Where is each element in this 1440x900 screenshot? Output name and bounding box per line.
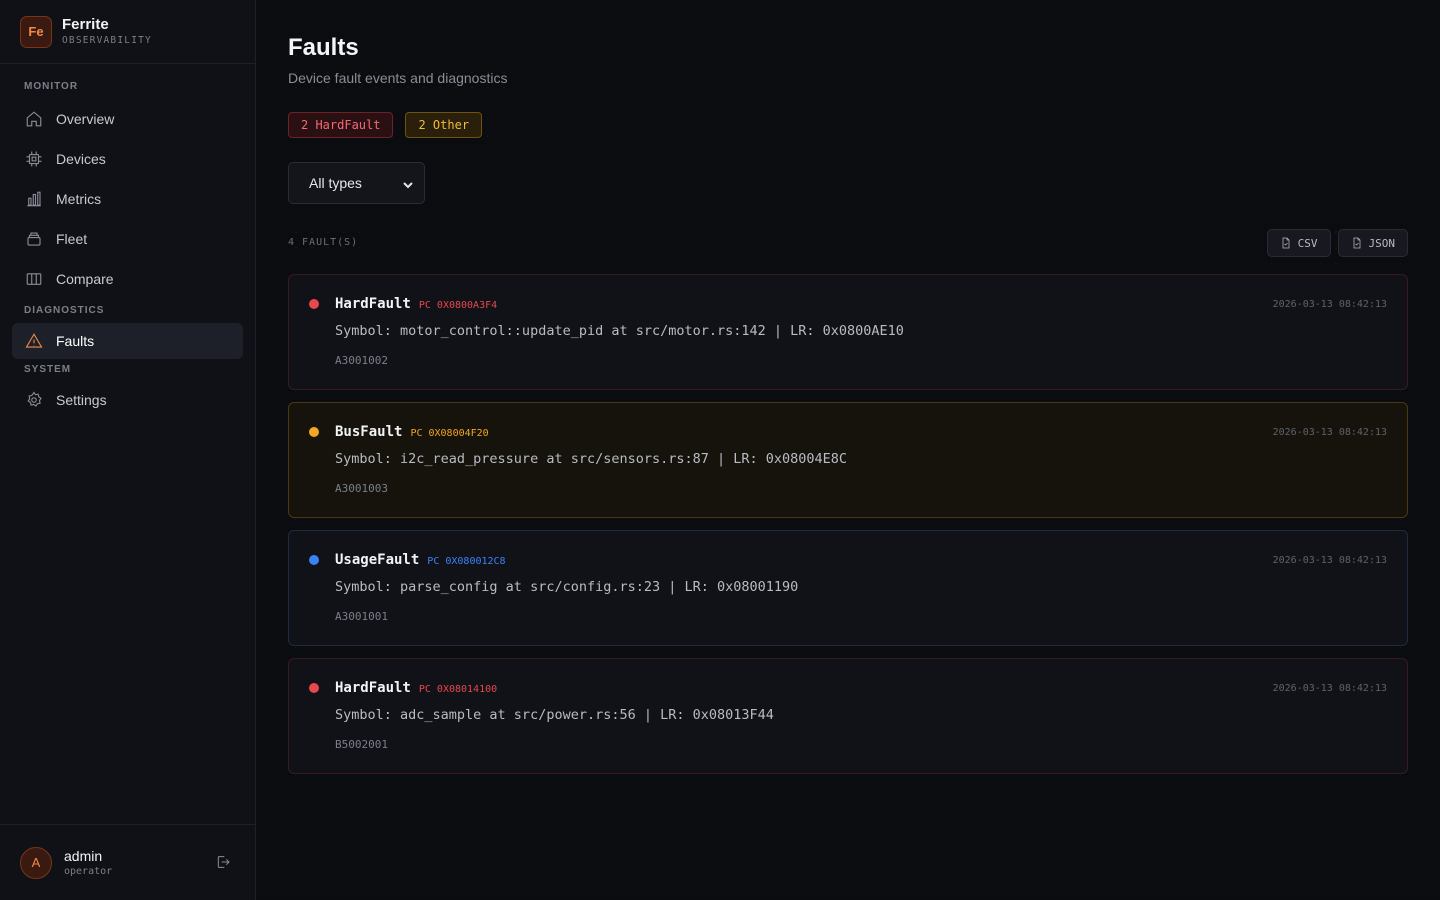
- sidebar-item-label: Metrics: [56, 191, 102, 207]
- export-json-label: JSON: [1368, 236, 1396, 250]
- fault-pc: PC 0X0800A3F4: [418, 300, 498, 311]
- fault-card[interactable]: HardFault PC 0X0800A3F4 2026-03-13 08:42…: [288, 274, 1408, 390]
- fault-pc: PC 0X08014100: [418, 684, 498, 695]
- logout-icon[interactable]: [215, 854, 233, 872]
- sidebar-item-label: Fleet: [56, 231, 88, 247]
- fault-card[interactable]: HardFault PC 0X08014100 2026-03-13 08:42…: [288, 658, 1408, 774]
- sidebar-item-faults[interactable]: Faults: [12, 323, 243, 359]
- brand-name: Ferrite: [62, 15, 109, 33]
- sidebar-item-settings[interactable]: Settings: [12, 382, 243, 418]
- sidebar-item-metrics[interactable]: Metrics: [12, 181, 243, 217]
- fault-summary: 2 HardFault 2 Other: [288, 112, 483, 138]
- columns-icon: [24, 269, 44, 289]
- sidebar-item-label: Overview: [56, 111, 115, 127]
- home-icon: [24, 109, 44, 129]
- fault-device-id: A3001001: [335, 610, 388, 623]
- sidebar-item-label: Settings: [56, 392, 107, 408]
- warning-icon: [24, 331, 44, 351]
- page-title: Faults: [288, 34, 359, 61]
- fault-symbol: Symbol: motor_control::update_pid at src…: [335, 323, 904, 339]
- fault-type: HardFault: [335, 296, 411, 312]
- fault-card[interactable]: BusFault PC 0X08004F20 2026-03-13 08:42:…: [288, 402, 1408, 518]
- severity-dot: [309, 299, 319, 309]
- export-json-button[interactable]: JSON: [1337, 229, 1408, 257]
- fault-timestamp: 2026-03-13 08:42:13: [1272, 299, 1387, 310]
- fault-timestamp: 2026-03-13 08:42:13: [1272, 683, 1387, 694]
- brand[interactable]: Fe Ferrite OBSERVABILITY: [0, 0, 255, 64]
- sidebar-item-overview[interactable]: Overview: [12, 101, 243, 137]
- gear-icon: [24, 390, 44, 410]
- fault-type-filter[interactable]: All types: [288, 162, 425, 204]
- sidebar-item-label: Compare: [56, 271, 114, 287]
- fault-type: BusFault: [335, 424, 403, 440]
- hardfault-count-badge: 2 HardFault: [288, 112, 394, 138]
- export-actions: CSV JSON: [1266, 229, 1408, 257]
- user-role: operator: [64, 865, 113, 877]
- filter-selected-value: All types: [309, 175, 362, 191]
- user-profile: A admin operator: [0, 824, 255, 900]
- sidebar: Fe Ferrite OBSERVABILITY MONITOR Overvie…: [0, 0, 256, 900]
- sidebar-item-fleet[interactable]: Fleet: [12, 221, 243, 257]
- fault-pc: PC 0X080012C8: [427, 556, 506, 567]
- file-icon: [1282, 237, 1289, 249]
- fault-device-id: A3001003: [335, 482, 388, 495]
- section-label-diagnostics: DIAGNOSTICS: [24, 305, 105, 316]
- fault-count-label: 4 FAULT(S): [288, 237, 359, 248]
- sidebar-item-label: Devices: [56, 151, 106, 167]
- fault-device-id: B5002001: [335, 738, 388, 751]
- brand-logo: Fe: [20, 15, 52, 48]
- fault-pc: PC 0X08004F20: [410, 428, 489, 439]
- fault-symbol: Symbol: adc_sample at src/power.rs:56 | …: [335, 707, 774, 723]
- chevron-down-icon: [402, 178, 414, 190]
- fault-timestamp: 2026-03-13 08:42:13: [1272, 555, 1387, 566]
- fault-list: HardFault PC 0X0800A3F4 2026-03-13 08:42…: [288, 274, 1408, 786]
- export-csv-label: CSV: [1297, 236, 1318, 250]
- sidebar-item-label: Faults: [56, 333, 95, 349]
- fault-symbol: Symbol: parse_config at src/config.rs:23…: [335, 579, 799, 595]
- severity-dot: [309, 427, 319, 437]
- section-label-system: SYSTEM: [24, 364, 72, 375]
- fault-type: HardFault: [335, 680, 411, 696]
- section-label-monitor: MONITOR: [24, 81, 79, 92]
- fault-device-id: A3001002: [335, 354, 388, 367]
- severity-dot: [309, 683, 319, 693]
- sidebar-item-compare[interactable]: Compare: [12, 261, 243, 297]
- bar-chart-icon: [24, 189, 44, 209]
- sidebar-item-devices[interactable]: Devices: [12, 141, 243, 177]
- main-content: Faults Device fault events and diagnosti…: [256, 0, 1440, 900]
- page-subtitle: Device fault events and diagnostics: [288, 70, 508, 86]
- fault-timestamp: 2026-03-13 08:42:13: [1272, 427, 1387, 438]
- fault-type: UsageFault: [335, 552, 420, 568]
- user-name: admin: [64, 847, 103, 864]
- file-icon: [1353, 237, 1360, 249]
- layers-icon: [24, 229, 44, 249]
- fault-card[interactable]: UsageFault PC 0X080012C8 2026-03-13 08:4…: [288, 530, 1408, 646]
- avatar[interactable]: A: [20, 846, 52, 879]
- severity-dot: [309, 555, 319, 565]
- brand-subtitle: OBSERVABILITY: [62, 34, 152, 46]
- fault-symbol: Symbol: i2c_read_pressure at src/sensors…: [335, 451, 848, 467]
- other-count-badge: 2 Other: [405, 112, 483, 138]
- chip-icon: [24, 149, 44, 169]
- export-csv-button[interactable]: CSV: [1266, 229, 1331, 257]
